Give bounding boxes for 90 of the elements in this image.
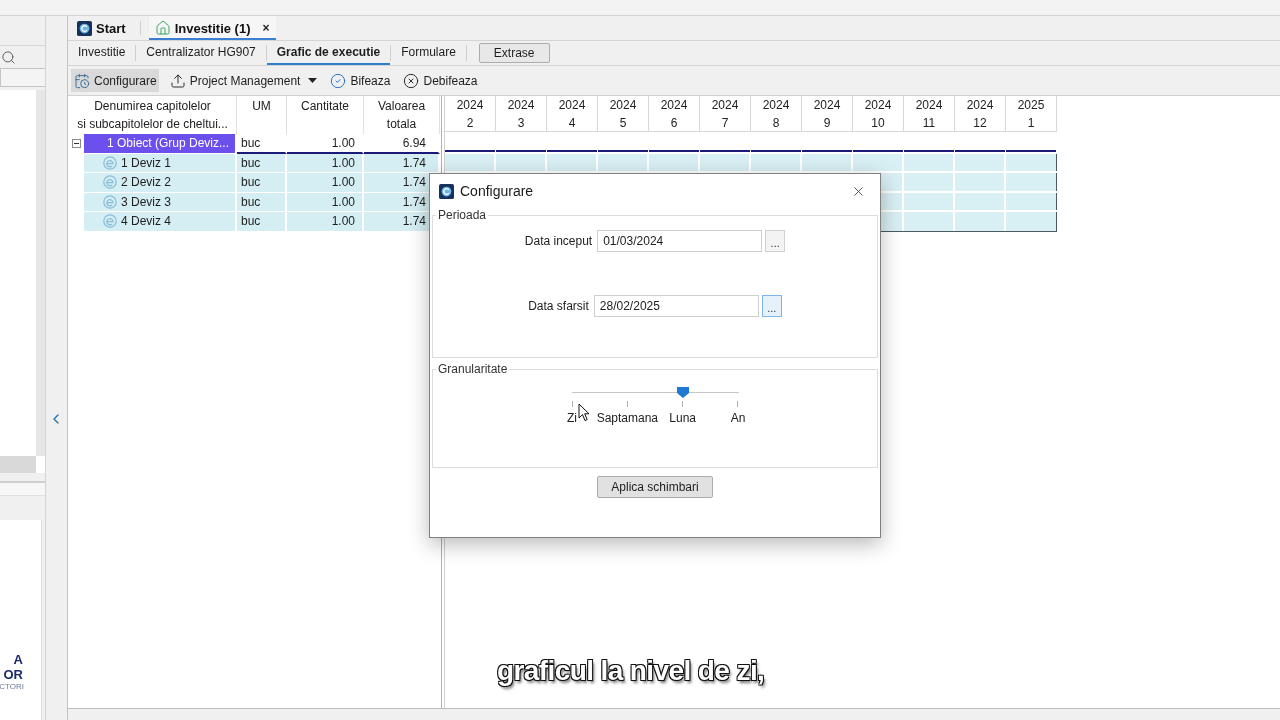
column-header: 2024 7 — [700, 96, 751, 132]
circle-e-icon — [103, 175, 117, 190]
column-header: 2025 1 — [1006, 96, 1057, 132]
item-label: 4 Deviz 4 — [121, 214, 172, 229]
column-header: 2024 8 — [751, 96, 802, 132]
browse-button[interactable]: ... — [761, 295, 782, 317]
group-label: Granularitate — [437, 362, 509, 376]
tab-button[interactable]: Extrase — [478, 43, 550, 63]
item-label: 3 Deviz 3 — [121, 194, 172, 209]
document-tab[interactable]: Investitie (1) × — [148, 16, 276, 40]
column-header: 2024 4 — [547, 96, 598, 132]
toolbar-button[interactable]: Debifeaza — [400, 69, 480, 92]
logo-text: A — [13, 652, 23, 667]
circle-e-icon — [103, 194, 117, 209]
tick-label: Luna — [669, 411, 696, 425]
tab[interactable]: Investitie — [68, 41, 136, 65]
column-header: 2024 6 — [649, 96, 700, 132]
column-header: 2024 3 — [496, 96, 547, 132]
vertical-scrollbar[interactable] — [36, 90, 45, 456]
tree-item[interactable]: 1 Deviz 1 — [84, 153, 235, 173]
table-cell: buc — [237, 173, 287, 193]
tick-mark — [682, 401, 684, 407]
item-label: 1 Deviz 1 — [121, 155, 172, 170]
tab[interactable]: Formulare — [391, 41, 466, 65]
check-circle-icon — [330, 72, 347, 89]
table-cell: buc — [237, 153, 287, 173]
table-cell: 1.00 — [287, 212, 364, 232]
mouse-pointer-icon — [578, 403, 590, 422]
slider-track[interactable] — [571, 387, 739, 399]
apply-button[interactable]: Aplica schimbari — [597, 476, 713, 498]
button-label: Bifeaza — [350, 73, 391, 88]
logo-text: CTORI — [0, 682, 24, 692]
date-field[interactable]: 28/02/2025 — [593, 295, 759, 317]
app-logo-icon — [439, 183, 454, 199]
table-cell: 1.00 — [287, 153, 364, 173]
search-icon[interactable] — [1, 49, 16, 65]
button-label: Debifeaza — [423, 73, 478, 88]
circle-e-icon — [103, 214, 117, 229]
tick-mark — [737, 401, 739, 407]
toolbar-button[interactable]: Configurare — [71, 69, 159, 92]
slider-thumb[interactable] — [676, 387, 689, 398]
column-header: 2024 10 — [853, 96, 904, 132]
circle-e-icon — [103, 155, 117, 170]
table-cell: buc — [237, 192, 287, 212]
toolbar-button[interactable]: Project Management — [166, 69, 320, 92]
house-icon — [154, 20, 171, 36]
item-label: 2 Deviz 2 — [121, 175, 172, 190]
close-tab-button[interactable]: × — [262, 21, 270, 35]
field-label: Data sfarsit — [528, 299, 589, 313]
tree-item[interactable]: 4 Deviz 4 — [84, 212, 235, 232]
table-cell: 1.74 — [364, 153, 440, 173]
app-logo-icon — [77, 20, 92, 36]
browse-button[interactable]: ... — [765, 230, 786, 252]
column-header: 2024 11 — [904, 96, 955, 132]
table-cell: buc — [237, 212, 287, 232]
date-field[interactable]: 01/03/2024 — [597, 230, 763, 252]
column-header: 2024 2 — [445, 96, 496, 132]
tree-item[interactable]: 1 Obiect (Grup Deviz... — [84, 134, 235, 154]
tab[interactable]: Centralizator HG907 — [136, 41, 266, 65]
table-cell: 1.00 — [287, 192, 364, 212]
tab-label: Start — [96, 20, 126, 36]
calendar-icon — [74, 72, 90, 89]
upload-icon — [169, 72, 186, 89]
tick-mark — [571, 401, 573, 407]
button-label: Configurare — [94, 73, 157, 88]
x-circle-icon — [403, 72, 420, 89]
tree-item[interactable]: 2 Deviz 2 — [84, 173, 235, 193]
field-label: Data inceput — [524, 234, 593, 248]
tick-mark — [626, 401, 628, 407]
group-label: Perioada — [437, 208, 488, 222]
tick-label: Saptamana — [596, 411, 659, 425]
collapse-icon[interactable] — [72, 139, 81, 149]
button-label: Project Management — [189, 73, 301, 88]
tab[interactable]: Grafic de executie — [266, 41, 391, 65]
tree-item[interactable]: 3 Deviz 3 — [84, 192, 235, 212]
document-tab[interactable]: Start — [71, 16, 132, 40]
column-header: 2024 12 — [955, 96, 1006, 132]
item-label: 1 Obiect (Grup Deviz... — [107, 136, 230, 151]
horizontal-scrollbar[interactable] — [0, 456, 36, 473]
column-header: 2024 9 — [802, 96, 853, 132]
toolbar-button[interactable]: Bifeaza — [327, 69, 393, 92]
tab-label: Investitie (1) — [174, 20, 251, 36]
table-cell: 1.00 — [287, 173, 364, 193]
tick-label: An — [730, 411, 746, 425]
caret-icon — [308, 78, 318, 83]
dialog-title: Configurare — [460, 183, 534, 199]
column-header: 2024 5 — [598, 96, 649, 132]
search-field[interactable] — [0, 68, 45, 87]
logo-text: OR — [3, 667, 23, 682]
tick-label: Zi — [567, 411, 577, 425]
